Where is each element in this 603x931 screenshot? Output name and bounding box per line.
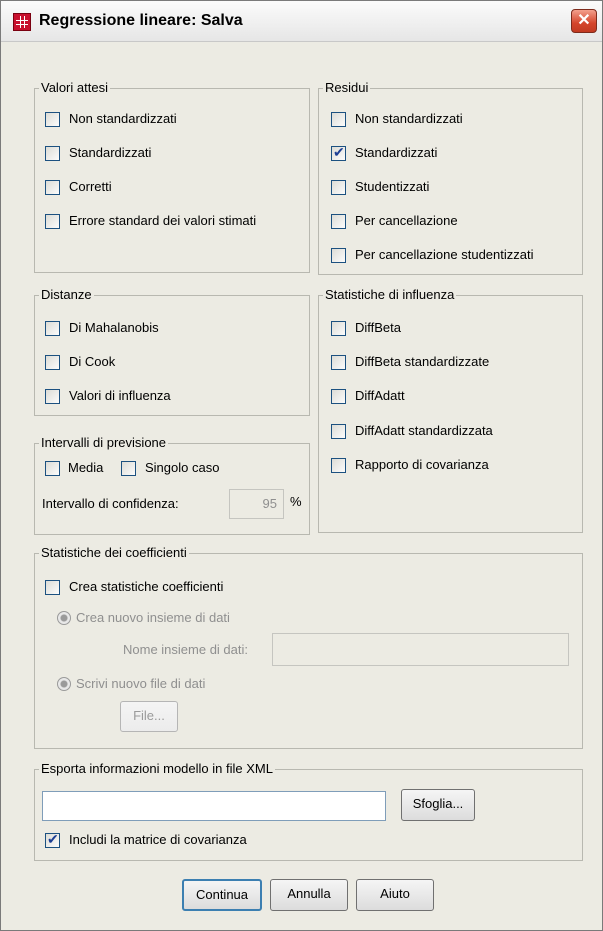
dffit-checkbox[interactable] [331, 389, 346, 404]
predicted-se-checkbox[interactable] [45, 214, 60, 229]
close-icon: ✕ [577, 12, 591, 29]
influence-legend: Statistiche di influenza [323, 287, 457, 303]
new-dataset-label[interactable]: Crea nuovo insieme di dati [76, 610, 230, 626]
covratio-checkbox[interactable] [331, 458, 346, 473]
cooks-checkbox[interactable] [45, 355, 60, 370]
leverage-label[interactable]: Valori di influenza [69, 388, 171, 404]
residuals-studentized-label[interactable]: Studentizzati [355, 179, 429, 195]
predicted-adjusted-label[interactable]: Corretti [69, 179, 112, 195]
dfbeta-checkbox[interactable] [331, 321, 346, 336]
mahalanobis-label[interactable]: Di Mahalanobis [69, 320, 159, 336]
create-coef-stats-checkbox[interactable] [45, 580, 60, 595]
residuals-deleted-checkbox[interactable] [331, 214, 346, 229]
help-button[interactable]: Aiuto [356, 879, 434, 911]
title-bar[interactable]: Regressione lineare: Salva ✕ [1, 1, 602, 42]
new-file-radio[interactable] [57, 677, 71, 691]
xml-path-input[interactable] [42, 791, 386, 821]
residuals-unstandardized-label[interactable]: Non standardizzati [355, 111, 463, 127]
include-covariance-checkbox[interactable] [45, 831, 60, 848]
include-covariance-label[interactable]: Includi la matrice di covarianza [69, 832, 247, 848]
dfbeta-label[interactable]: DiffBeta [355, 320, 401, 336]
continue-button[interactable]: Continua [182, 879, 262, 911]
residuals-studentized-deleted-checkbox[interactable] [331, 248, 346, 263]
dataset-name-input[interactable] [272, 633, 569, 666]
residuals-legend: Residui [323, 80, 371, 96]
export-xml-legend: Esporta informazioni modello in file XML [39, 761, 275, 777]
predicted-values-legend: Valori attesi [39, 80, 110, 96]
residuals-unstandardized-checkbox[interactable] [331, 112, 346, 127]
new-dataset-radio[interactable] [57, 611, 71, 625]
residuals-deleted-label[interactable]: Per cancellazione [355, 213, 458, 229]
browse-button[interactable]: Sfoglia... [401, 789, 475, 821]
dffit-label[interactable]: DiffAdatt [355, 388, 405, 404]
coefficient-stats-legend: Statistiche dei coefficienti [39, 545, 189, 561]
leverage-checkbox[interactable] [45, 389, 60, 404]
std-dfbeta-label[interactable]: DiffBeta standardizzate [355, 354, 489, 370]
cooks-label[interactable]: Di Cook [69, 354, 115, 370]
individual-interval-checkbox[interactable] [121, 461, 136, 476]
distances-legend: Distanze [39, 287, 94, 303]
residuals-studentized-checkbox[interactable] [331, 180, 346, 195]
create-coef-stats-label[interactable]: Crea statistiche coefficienti [69, 579, 223, 595]
std-dffit-checkbox[interactable] [331, 424, 346, 439]
close-button[interactable]: ✕ [571, 9, 597, 33]
predicted-unstandardized-label[interactable]: Non standardizzati [69, 111, 177, 127]
file-button[interactable]: File... [120, 701, 178, 732]
predicted-unstandardized-checkbox[interactable] [45, 112, 60, 127]
predicted-se-label[interactable]: Errore standard dei valori stimati [69, 213, 256, 229]
predicted-standardized-checkbox[interactable] [45, 146, 60, 161]
dataset-name-label: Nome insieme di dati: [123, 642, 248, 657]
new-file-label[interactable]: Scrivi nuovo file di dati [76, 676, 205, 692]
prediction-intervals-legend: Intervalli di previsione [39, 435, 169, 451]
std-dffit-label[interactable]: DiffAdatt standardizzata [355, 423, 493, 439]
window-title: Regressione lineare: Salva [39, 12, 243, 29]
residuals-studentized-deleted-label[interactable]: Per cancellazione studentizzati [355, 247, 534, 263]
residuals-standardized-label[interactable]: Standardizzati [355, 145, 437, 161]
confidence-interval-value: 95 [262, 496, 277, 511]
mean-interval-checkbox[interactable] [45, 461, 60, 476]
confidence-interval-input[interactable]: 95 [229, 489, 284, 519]
predicted-standardized-label[interactable]: Standardizzati [69, 145, 151, 161]
individual-interval-label[interactable]: Singolo caso [145, 460, 219, 476]
confidence-interval-label: Intervallo di confidenza: [42, 496, 179, 511]
percent-sign: % [290, 494, 302, 509]
cancel-button[interactable]: Annulla [270, 879, 348, 911]
std-dfbeta-checkbox[interactable] [331, 355, 346, 370]
mean-interval-label[interactable]: Media [68, 460, 103, 476]
spss-app-icon [13, 13, 31, 31]
predicted-adjusted-checkbox[interactable] [45, 180, 60, 195]
residuals-standardized-checkbox[interactable] [331, 144, 346, 161]
mahalanobis-checkbox[interactable] [45, 321, 60, 336]
covratio-label[interactable]: Rapporto di covarianza [355, 457, 489, 473]
